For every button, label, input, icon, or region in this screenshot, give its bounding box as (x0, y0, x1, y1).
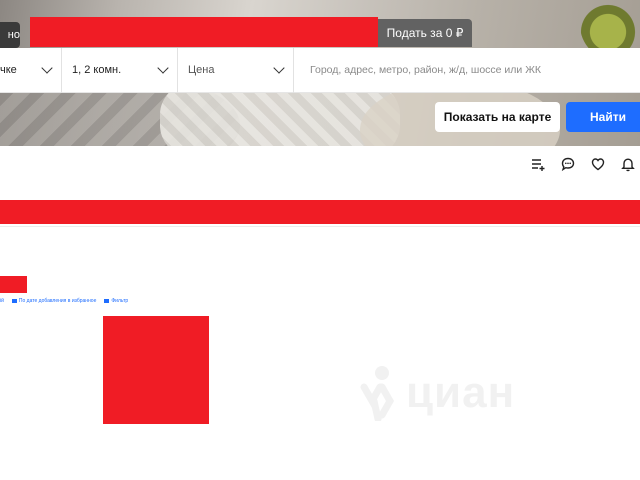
redacted-title-bar (0, 200, 640, 224)
list-add-icon[interactable] (530, 156, 546, 172)
sort-icon (11, 299, 17, 303)
cian-watermark: циан (360, 358, 570, 428)
list-meta-row: ій По дате добавления в избранное Фильтр (0, 298, 128, 304)
redacted-image (103, 316, 209, 424)
hero-banner: но Подать за 0 ₽ чке 1, 2 комн. Цена Гор… (0, 0, 640, 146)
watermark-text: циан (406, 368, 516, 417)
deal-type-label: чке (0, 64, 17, 76)
bell-icon[interactable] (620, 156, 636, 172)
find-button[interactable]: Найти (566, 102, 640, 132)
price-select[interactable]: Цена (178, 47, 294, 93)
chevron-down-icon (273, 62, 285, 74)
post-ad-button[interactable]: Подать за 0 ₽ (378, 19, 472, 47)
toolbar-icons (530, 156, 636, 172)
filter-icon (104, 299, 110, 303)
search-bar: чке 1, 2 комн. Цена Город, адрес, метро,… (0, 47, 640, 93)
sort-by-date-link[interactable]: По дате добавления в избранное (11, 298, 96, 304)
chat-icon[interactable] (560, 156, 576, 172)
section-divider (0, 226, 640, 227)
rooms-label: 1, 2 комн. (72, 64, 122, 76)
rooms-select[interactable]: 1, 2 комн. (62, 47, 178, 93)
price-label: Цена (188, 64, 215, 76)
cian-logo-icon (360, 366, 395, 421)
filter-link[interactable]: Фильтр (104, 298, 128, 304)
location-input[interactable]: Город, адрес, метро, район, ж/д, шоссе и… (294, 48, 640, 93)
redacted-label (0, 276, 27, 293)
chevron-down-icon (41, 62, 53, 74)
meta-item-1[interactable]: ій (0, 298, 4, 304)
top-partial-label[interactable]: но (0, 22, 20, 48)
redacted-header-block (30, 17, 378, 47)
location-placeholder: Город, адрес, метро, район, ж/д, шоссе и… (310, 64, 542, 76)
chevron-down-icon (157, 62, 169, 74)
heart-icon[interactable] (590, 156, 606, 172)
deal-type-select[interactable]: чке (0, 47, 62, 93)
show-on-map-button[interactable]: Показать на карте (435, 102, 560, 132)
